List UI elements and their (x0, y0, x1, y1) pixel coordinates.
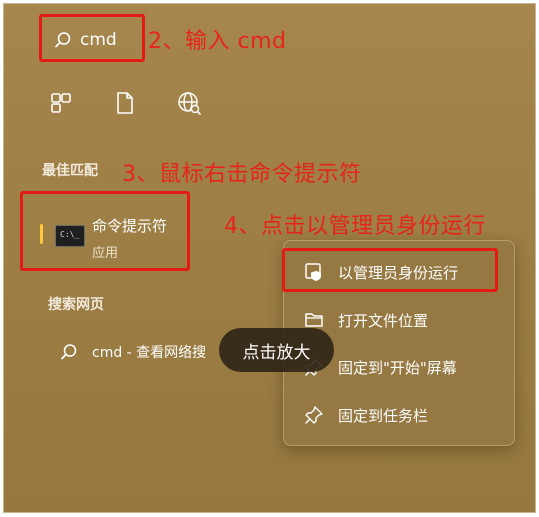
annotation-step3: 3、鼠标右击命令提示符 (122, 162, 362, 187)
annotation-step2: 2、输入 cmd (148, 29, 287, 54)
highlight-box-search (39, 14, 145, 62)
zoom-tooltip[interactable]: 点击放大 (219, 328, 334, 372)
annotation-step4: 4、点击以管理员身份运行 (224, 214, 486, 239)
start-search-panel: cmd 2、输入 cmd 最佳匹配 3、鼠标右击命令提示符 C:\_ 命令提示符… (3, 3, 536, 513)
globe-icon[interactable] (176, 90, 202, 116)
folder-icon (305, 313, 323, 327)
highlight-box-best-match (20, 191, 190, 271)
best-match-heading: 最佳匹配 (42, 163, 98, 179)
apps-grid-icon[interactable] (48, 90, 74, 116)
highlight-box-run-as-admin (282, 248, 498, 292)
web-search-result-text: cmd - 查看网络搜 (92, 345, 207, 361)
document-icon[interactable] (112, 90, 138, 116)
web-search-heading: 搜索网页 (48, 297, 104, 313)
pin-icon (305, 406, 323, 424)
menu-item-label: 固定到任务栏 (338, 406, 429, 425)
menu-item-label: 打开文件位置 (338, 311, 429, 330)
menu-item-label: 固定到"开始"屏幕 (338, 358, 457, 377)
web-search-result[interactable]: cmd - 查看网络搜 (60, 342, 206, 362)
search-icon (61, 344, 77, 360)
menu-item-pin-to-taskbar[interactable]: 固定到任务栏 (284, 397, 516, 433)
quick-filter-icons (48, 90, 202, 116)
